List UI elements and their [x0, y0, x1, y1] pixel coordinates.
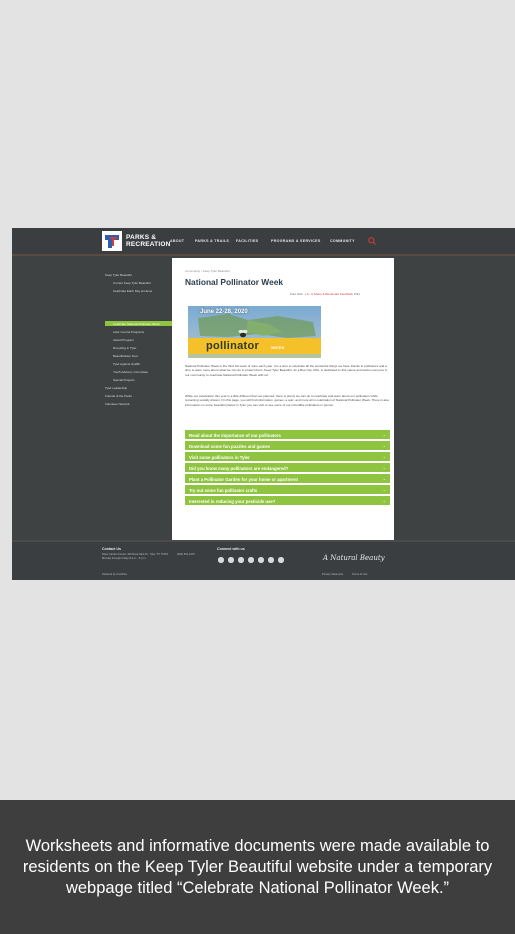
sidebar-item-award-program[interactable]: Award Program: [113, 338, 134, 342]
bee-icon: [238, 329, 248, 338]
connect-title: Connect with us: [217, 547, 245, 551]
sidebar-item-special-projects[interactable]: Special Projects: [113, 378, 135, 382]
accordion-label: Read about the importance of our pollina…: [189, 432, 281, 438]
sidebar-item-youth-advisory[interactable]: Youth Advisory Committee: [113, 370, 148, 374]
youtube-icon[interactable]: [248, 557, 254, 563]
sidebar-item-recycling[interactable]: Recycling in Tyler: [113, 346, 136, 350]
sidebar-item-earth-day[interactable]: Celebrate Earth Day at Home: [113, 289, 152, 293]
privacy-link[interactable]: Privacy Statement: [322, 573, 343, 576]
accordion-label: Did you know many pollinators are endang…: [189, 465, 289, 471]
banner-word: pollinator: [206, 340, 260, 352]
page-title: National Pollinator Week: [185, 277, 284, 287]
celebration-paragraph: While our celebration this year is a lit…: [185, 394, 390, 407]
right-gutter: [394, 258, 515, 540]
sidebar-item-litter-control[interactable]: Litter Control Programs: [113, 330, 144, 334]
banner-week: WEEK: [271, 345, 285, 350]
print-link[interactable]: Print: [354, 292, 360, 296]
share-bookmark-link[interactable]: Share & Bookmark: [314, 292, 339, 296]
breadcrumb[interactable]: Community › Keep Tyler Beautiful: [185, 269, 230, 273]
nav-about[interactable]: ABOUT: [170, 239, 184, 243]
search-icon[interactable]: [367, 236, 377, 246]
logo-line-1: PARKS &: [126, 234, 157, 241]
site-header: PARKS & RECREATION ABOUT PARKS & TRAILS …: [12, 228, 515, 256]
contact-phone[interactable]: (903) 531-1370: [177, 553, 195, 556]
chevron-down-icon: ⌄: [382, 487, 386, 492]
nav-parks-trails[interactable]: PARKS & TRAILS: [195, 239, 229, 243]
twitter-icon[interactable]: [228, 557, 234, 563]
main-content: Community › Keep Tyler Beautiful Nationa…: [172, 258, 394, 540]
accordion-label: Plant a Pollinator Garden for your home …: [189, 476, 298, 482]
site-footer: Contact Us Rose Garden Center, 420 Rose …: [12, 540, 515, 580]
photo-slide: PARKS & RECREATION ABOUT PARKS & TRAILS …: [0, 0, 515, 934]
instagram-icon[interactable]: [238, 557, 244, 563]
sidebar-item-friends-parks[interactable]: Friends of the Parks: [105, 394, 132, 398]
footer-divider: [12, 540, 515, 542]
page-tools: Font Size: + A - A Share & Bookmark Feed…: [290, 292, 360, 296]
site-logo-text[interactable]: PARKS & RECREATION: [126, 234, 171, 248]
accordion-label: Visit some pollinators in Tyler: [189, 454, 250, 460]
contact-address: Rose Garden Center, 420 Rose Park Dr., T…: [102, 553, 168, 556]
sidebar-item-beautification[interactable]: Beautification Fest: [113, 354, 138, 358]
pollinator-week-banner: June 22-28, 2020 pollinator WEEK: [188, 306, 321, 358]
website-screenshot: PARKS & RECREATION ABOUT PARKS & TRAILS …: [12, 228, 515, 580]
nav-programs-services[interactable]: PROGRAMS & SERVICES: [271, 239, 321, 243]
contact-hours: Monday through Friday 8 a.m. - 5 p.m.: [102, 557, 147, 560]
accordion-item[interactable]: Did you know many pollinators are endang…: [185, 463, 390, 473]
chevron-down-icon: ⌄: [382, 432, 386, 437]
sidebar-item-volunteer[interactable]: Volunteer Network: [105, 402, 130, 406]
font-increase-button[interactable]: + A: [304, 292, 308, 296]
nav-community[interactable]: COMMUNITY: [330, 239, 355, 243]
sidebar-item-pollinator-week[interactable]: Celebrate National Pollinator Week: [113, 322, 160, 326]
intro-paragraph: National Pollinator Week is the third fu…: [185, 364, 388, 377]
chevron-down-icon: ⌄: [382, 454, 386, 459]
accordion-item[interactable]: Read about the importance of our pollina…: [185, 430, 390, 440]
sidebar-item-keep-tyler-beautiful[interactable]: Keep Tyler Beautiful: [105, 273, 132, 277]
caption-box: Worksheets and informative documents wer…: [0, 800, 515, 934]
accordion-item[interactable]: Plant a Pollinator Garden for your home …: [185, 474, 390, 484]
linkedin-icon[interactable]: [268, 557, 274, 563]
logo-line-2: RECREATION: [126, 241, 171, 248]
chevron-down-icon: ⌄: [382, 498, 386, 503]
accordion-label: Download some fun puzzles and games: [189, 443, 271, 449]
signature-script: A Natural Beauty: [323, 554, 385, 562]
feedback-link[interactable]: Feedback: [340, 292, 353, 296]
banner-date: June 22-28, 2020: [200, 309, 248, 315]
facebook-icon[interactable]: [218, 557, 224, 563]
font-size-label: Font Size:: [290, 292, 304, 296]
sidebar-item-current[interactable]: Current Keep Tyler Beautiful: [113, 281, 151, 285]
font-decrease-button[interactable]: - A: [309, 292, 313, 296]
accordion-label: Try out some fun pollinator crafts: [189, 487, 258, 493]
accordion-item[interactable]: Try out some fun pollinator crafts ⌄: [185, 485, 390, 495]
accordion-item[interactable]: Download some fun puzzles and games ⌄: [185, 441, 390, 451]
chevron-down-icon: ⌄: [382, 465, 386, 470]
terms-link[interactable]: Terms of Use: [352, 573, 367, 576]
flickr-icon[interactable]: [258, 557, 264, 563]
sidebar-item-tyler-leadership[interactable]: Tyler Leadership: [105, 386, 127, 390]
accordion-label: Interested in reducing your pesticide us…: [189, 498, 276, 504]
parks-logo-icon[interactable]: [102, 231, 122, 251]
sidebar-item-graffiti[interactable]: Tyler Against Graffiti: [113, 362, 140, 366]
chevron-down-icon: ⌄: [382, 476, 386, 481]
contact-title: Contact Us: [102, 547, 121, 551]
caption-text: Worksheets and informative documents wer…: [22, 836, 493, 897]
powered-by[interactable]: Powered by CivicPlus: [102, 573, 127, 576]
sidebar-nav: Keep Tyler Beautiful Current Keep Tyler …: [12, 258, 172, 540]
accordion-item[interactable]: Interested in reducing your pesticide us…: [185, 496, 390, 506]
chevron-down-icon: ⌄: [382, 443, 386, 448]
rss-icon[interactable]: [278, 557, 284, 563]
accordion-item[interactable]: Visit some pollinators in Tyler ⌄: [185, 452, 390, 462]
nav-facilities[interactable]: FACILITIES: [236, 239, 258, 243]
